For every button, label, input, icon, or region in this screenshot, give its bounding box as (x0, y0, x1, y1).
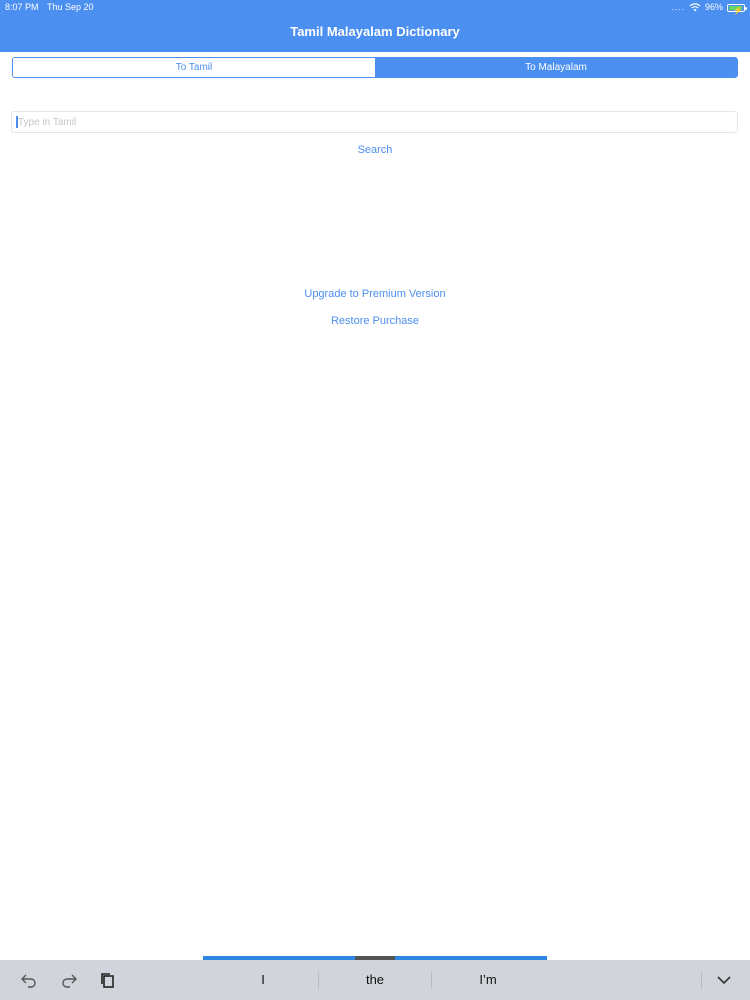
battery-icon: ⚡ (727, 3, 747, 15)
signal-dots: .... (670, 2, 685, 12)
wifi-icon (689, 3, 701, 12)
segment-to-tamil[interactable]: To Tamil (13, 58, 375, 77)
page-title: Tamil Malayalam Dictionary (290, 24, 460, 39)
suggestion-3[interactable]: I’m (432, 972, 544, 987)
restore-purchase-button[interactable]: Restore Purchase (0, 315, 750, 327)
search-button[interactable]: Search (0, 144, 750, 156)
keyboard-suggestion-bar: I the I’m (0, 960, 750, 1000)
search-input[interactable] (11, 111, 738, 133)
app-screen: 8:07 PM Thu Sep 20 .... 96% ⚡ Tamil Mala… (0, 0, 750, 1000)
suggestion-2[interactable]: the (319, 972, 431, 987)
status-date: Thu Sep 20 (47, 2, 94, 12)
suggestion-1[interactable]: I (207, 972, 319, 987)
status-time: 8:07 PM (5, 2, 39, 12)
status-bar: 8:07 PM Thu Sep 20 .... 96% ⚡ (0, 0, 750, 15)
paste-icon[interactable] (99, 972, 117, 988)
undo-icon[interactable] (20, 972, 38, 988)
toolbar-divider (701, 972, 702, 989)
text-cursor (16, 116, 18, 128)
language-direction-segmented-control: To Tamil To Malayalam (12, 57, 738, 78)
navigation-bar: 8:07 PM Thu Sep 20 .... 96% ⚡ Tamil Mala… (0, 0, 750, 52)
charging-bolt-icon: ⚡ (733, 5, 743, 15)
dismiss-keyboard-icon[interactable] (715, 972, 733, 988)
redo-icon[interactable] (60, 972, 78, 988)
status-right-group: .... 96% ⚡ (670, 0, 747, 15)
upgrade-premium-button[interactable]: Upgrade to Premium Version (0, 288, 750, 300)
battery-percent: 96% (704, 2, 723, 12)
segment-to-malayalam[interactable]: To Malayalam (375, 58, 737, 77)
